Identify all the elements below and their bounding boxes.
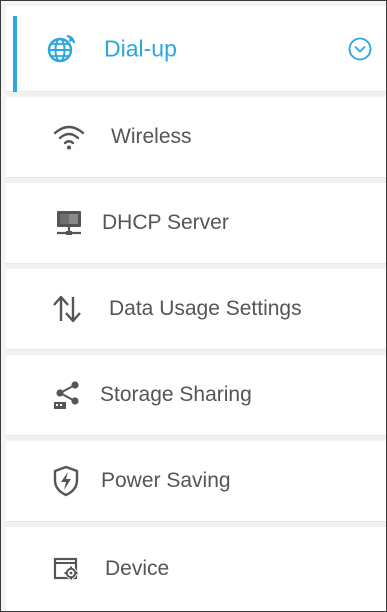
globe-icon (46, 34, 76, 64)
menu-item-label: Device (105, 557, 170, 580)
wifi-icon (52, 124, 86, 150)
sidebar-frame: Dial-up Wireless DHCP Server Data Usage … (0, 0, 387, 612)
up-down-arrows-icon (52, 294, 82, 324)
menu-item-label: Dial-up (104, 35, 177, 61)
menu-item-label: Power Saving (101, 469, 231, 492)
menu-item-data-usage-settings[interactable]: Data Usage Settings (6, 269, 386, 350)
menu-item-dial-up[interactable]: Dial-up (6, 6, 386, 92)
menu-item-label: Data Usage Settings (109, 297, 302, 320)
sidebar-menu: Dial-up Wireless DHCP Server Data Usage … (6, 6, 386, 611)
menu-item-wireless[interactable]: Wireless (6, 97, 386, 178)
menu-item-device[interactable]: Device (6, 527, 386, 611)
menu-item-label: DHCP Server (102, 211, 229, 234)
menu-item-storage-sharing[interactable]: Storage Sharing (6, 355, 386, 436)
menu-item-label: Storage Sharing (100, 383, 252, 406)
device-settings-icon (52, 555, 82, 583)
menu-item-dhcp-server[interactable]: DHCP Server (6, 183, 386, 264)
power-saving-shield-icon (52, 465, 80, 497)
chevron-down-circle-icon[interactable] (348, 37, 372, 61)
share-icon (51, 380, 83, 410)
active-indicator (13, 16, 17, 92)
dhcp-server-icon (54, 209, 84, 237)
menu-item-power-saving[interactable]: Power Saving (6, 441, 386, 522)
menu-item-label: Wireless (111, 125, 192, 148)
